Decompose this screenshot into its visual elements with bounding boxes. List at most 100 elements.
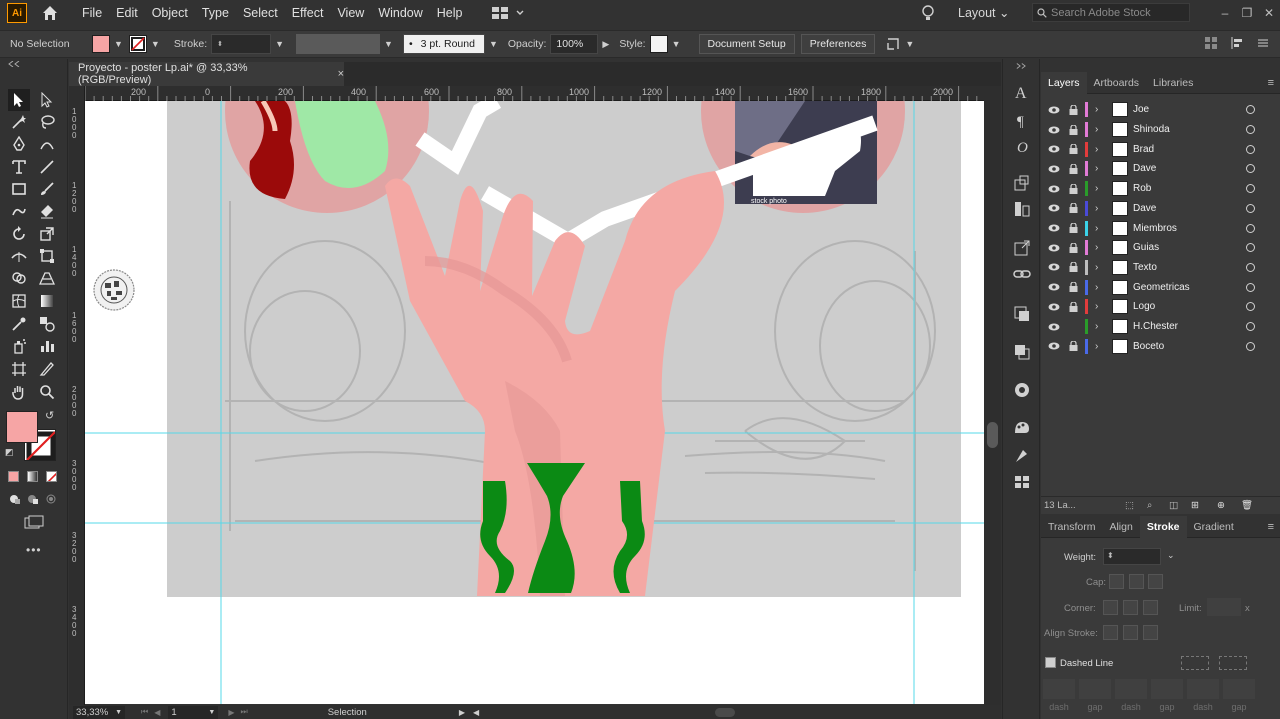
links-panel-icon[interactable] (1013, 265, 1031, 283)
shape-builder-tool[interactable] (8, 267, 30, 289)
mesh-tool[interactable] (8, 290, 30, 312)
round-cap-button[interactable] (1129, 574, 1144, 589)
hamburger-menu-icon[interactable] (1256, 36, 1270, 50)
line-segment-tool[interactable] (36, 156, 58, 178)
eye-icon[interactable] (1048, 144, 1060, 154)
hamburger-menu-icon[interactable]: ≡ (1268, 521, 1274, 533)
layer-row[interactable]: › Rob (1041, 179, 1280, 199)
last-artboard-icon[interactable]: ⏭ (241, 707, 248, 717)
first-artboard-icon[interactable]: ⏮ (141, 707, 148, 717)
eye-icon[interactable] (1048, 164, 1060, 174)
chevron-down-icon[interactable]: ⌄ (1167, 550, 1175, 561)
menu-window[interactable]: Window (371, 0, 429, 26)
restore-icon[interactable]: ❐ (1236, 6, 1258, 20)
layer-target-icon[interactable] (1246, 302, 1255, 312)
chevron-down-icon[interactable]: ▼ (275, 39, 284, 49)
miter-join-button[interactable] (1103, 600, 1118, 615)
round-join-button[interactable] (1123, 600, 1138, 615)
eye-icon[interactable] (1048, 223, 1060, 233)
menu-select[interactable]: Select (236, 0, 285, 26)
chevron-right-icon[interactable]: › (1095, 341, 1098, 352)
layer-target-icon[interactable] (1246, 184, 1255, 194)
lock-icon[interactable] (1069, 124, 1078, 135)
stroke-weight-input[interactable]: ⬍ (1103, 548, 1161, 565)
fill-swatch[interactable] (92, 35, 110, 53)
next-artboard-icon[interactable]: ▶ (228, 708, 234, 717)
chevron-right-icon[interactable]: › (1095, 262, 1098, 273)
screen-mode-icon[interactable] (24, 515, 44, 529)
layer-target-icon[interactable] (1246, 322, 1255, 332)
more-tools-icon[interactable]: ••• (26, 543, 42, 557)
layer-row[interactable]: › H.Chester (1041, 317, 1280, 337)
close-icon[interactable]: × (338, 68, 344, 80)
layer-row[interactable]: › Logo (1041, 297, 1280, 317)
paintbrush-tool[interactable] (36, 178, 58, 200)
menu-file[interactable]: File (75, 0, 109, 26)
chevron-down-icon[interactable]: ▼ (905, 39, 914, 49)
chevron-right-icon[interactable]: › (1095, 321, 1098, 332)
chevron-down-icon[interactable]: ▼ (384, 39, 393, 49)
align-outside-button[interactable] (1143, 625, 1158, 640)
hamburger-menu-icon[interactable]: ≡ (1268, 77, 1274, 89)
draw-inside-icon[interactable] (45, 493, 57, 505)
chevron-down-icon[interactable]: ▼ (489, 39, 498, 49)
lock-icon[interactable] (1069, 341, 1078, 352)
graphic-styles-icon[interactable] (1013, 419, 1031, 437)
eyedropper-tool[interactable] (8, 313, 30, 335)
blend-tool[interactable] (36, 313, 58, 335)
collapse-arrows-icon[interactable] (1016, 63, 1026, 69)
dash-input[interactable] (1043, 679, 1075, 699)
transform-panel-icon[interactable] (885, 36, 901, 52)
layer-row[interactable]: › Texto (1041, 258, 1280, 278)
variable-width-profile[interactable] (296, 34, 381, 54)
tab-layers[interactable]: Layers (1041, 71, 1087, 94)
symbol-sprayer-tool[interactable] (8, 335, 30, 357)
vertical-ruler[interactable]: 1000 1200 1400 1600 2000 3000 3200 3400 (69, 86, 85, 705)
chevron-right-icon[interactable]: › (1095, 144, 1098, 155)
layer-target-icon[interactable] (1246, 144, 1255, 154)
lock-icon[interactable] (1069, 203, 1078, 214)
dash-preserve-button[interactable] (1181, 656, 1209, 670)
eye-icon[interactable] (1048, 184, 1060, 194)
layer-row[interactable]: › Miembros (1041, 218, 1280, 238)
eye-icon[interactable] (1048, 105, 1060, 115)
gradient-tool[interactable] (36, 290, 58, 312)
curvature-tool[interactable] (36, 133, 58, 155)
layer-row[interactable]: › Brad (1041, 139, 1280, 159)
free-transform-tool[interactable] (36, 245, 58, 267)
gap-input[interactable] (1223, 679, 1255, 699)
chevron-right-icon[interactable]: › (1095, 104, 1098, 115)
menu-edit[interactable]: Edit (109, 0, 145, 26)
graphic-style-swatch[interactable] (649, 35, 668, 53)
fill-color-front[interactable] (6, 411, 38, 443)
chevron-right-icon[interactable]: › (1095, 282, 1098, 293)
document-setup-button[interactable]: Document Setup (698, 34, 795, 54)
layers-panel-icon[interactable] (1013, 343, 1031, 361)
menu-effect[interactable]: Effect (285, 0, 331, 26)
brush-definition-field[interactable]: • 3 pt. Round (402, 34, 485, 54)
draw-normal-icon[interactable] (9, 493, 21, 505)
menu-view[interactable]: View (330, 0, 371, 26)
lock-icon[interactable] (1069, 223, 1078, 234)
artboard-number-field[interactable]: 1 ▼ (168, 705, 219, 719)
eraser-tool[interactable] (36, 200, 58, 222)
canvas[interactable]: stock photo (85, 101, 984, 704)
chevron-right-icon[interactable]: ▶ (602, 39, 609, 50)
width-tool[interactable] (8, 245, 30, 267)
dash-input[interactable] (1187, 679, 1219, 699)
eye-icon[interactable] (1048, 243, 1060, 253)
lasso-tool[interactable] (36, 111, 58, 133)
eye-icon[interactable] (1048, 262, 1060, 272)
layer-row[interactable]: › Dave (1041, 199, 1280, 219)
collect-export-icon[interactable]: ⬚ (1125, 500, 1134, 511)
color-mode-icon[interactable] (8, 471, 19, 482)
lock-icon[interactable] (1069, 242, 1078, 253)
lock-icon[interactable] (1069, 282, 1078, 293)
arrange-documents-button[interactable] (491, 7, 524, 19)
lock-icon[interactable] (1069, 163, 1078, 174)
export-icon[interactable] (1013, 239, 1031, 257)
miter-limit-input[interactable] (1207, 598, 1241, 616)
hand-tool[interactable] (8, 381, 30, 403)
align-inside-button[interactable] (1123, 625, 1138, 640)
layer-row[interactable]: › Geometricas (1041, 277, 1280, 297)
